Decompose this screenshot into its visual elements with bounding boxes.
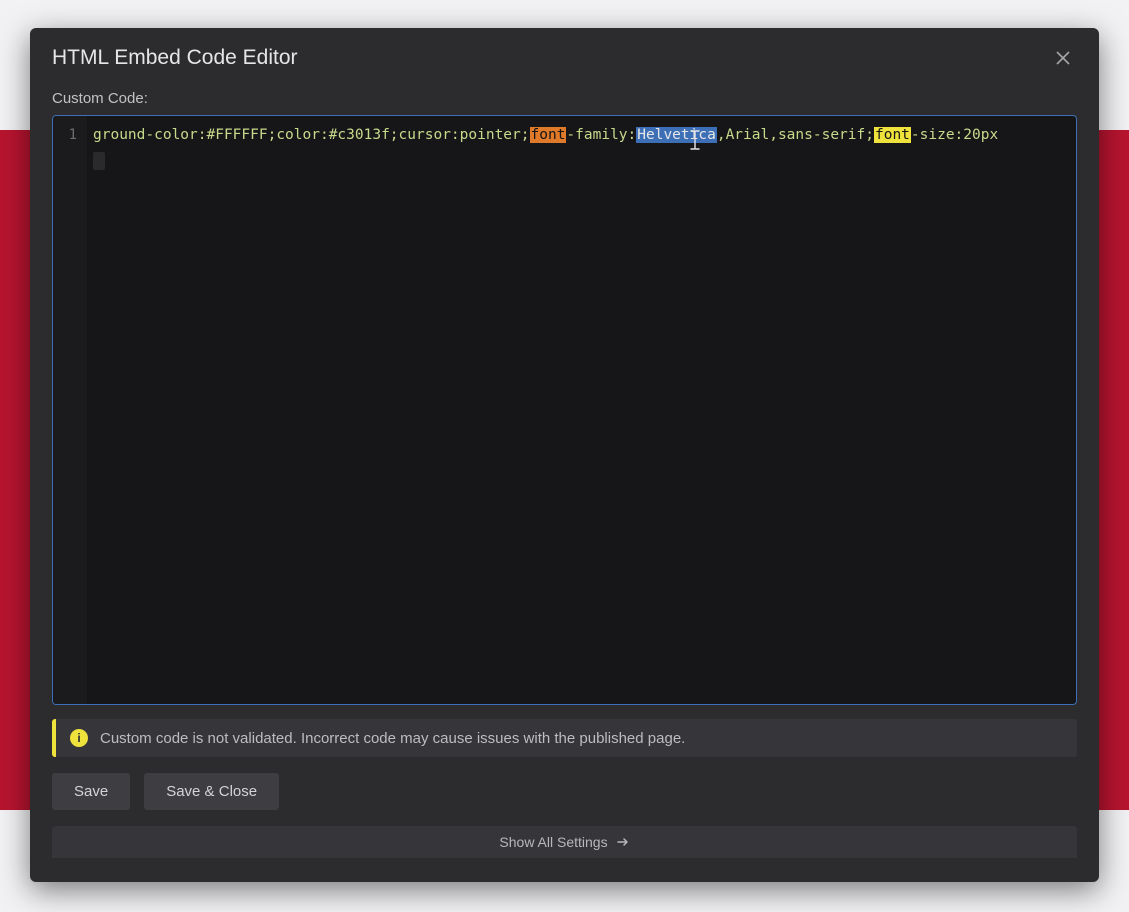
save-button[interactable]: Save (52, 773, 130, 810)
save-close-button[interactable]: Save & Close (144, 773, 279, 810)
warning-bar: i Custom code is not validated. Incorrec… (52, 719, 1077, 757)
close-icon (1055, 50, 1071, 66)
cursor-line-indicator (93, 152, 105, 170)
highlight-selection[interactable]: Helvetica (636, 127, 717, 143)
info-icon: i (70, 729, 88, 747)
modal-header: HTML Embed Code Editor (30, 28, 1099, 90)
warning-text: Custom code is not validated. Incorrect … (100, 730, 685, 747)
arrow-right-icon (616, 835, 630, 849)
line-gutter: 1 (53, 116, 87, 704)
code-line-1[interactable]: ground-color:#FFFFFF;color:#c3013f;curso… (87, 124, 1076, 146)
highlight-orange: font (530, 127, 567, 143)
modal-title: HTML Embed Code Editor (52, 46, 298, 70)
code-seg: -family: (566, 127, 636, 143)
field-label: Custom Code: (30, 90, 1099, 115)
code-editor[interactable]: 1 ground-color:#FFFFFF;color:#c3013f;cur… (52, 115, 1077, 705)
highlight-yellow: font (874, 127, 911, 143)
show-all-settings-button[interactable]: Show All Settings (52, 826, 1077, 858)
code-seg: -size:20px (911, 127, 998, 143)
code-area[interactable]: ground-color:#FFFFFF;color:#c3013f;curso… (87, 116, 1076, 704)
embed-code-editor-modal: HTML Embed Code Editor Custom Code: 1 gr… (30, 28, 1099, 882)
show-all-label: Show All Settings (499, 834, 607, 850)
modal-footer: Save Save & Close (30, 757, 1099, 810)
code-seg: ground-color:#FFFFFF;color:#c3013f;curso… (93, 127, 530, 143)
code-seg: ,Arial,sans-serif; (717, 127, 874, 143)
line-number: 1 (53, 124, 87, 146)
close-button[interactable] (1049, 44, 1077, 72)
